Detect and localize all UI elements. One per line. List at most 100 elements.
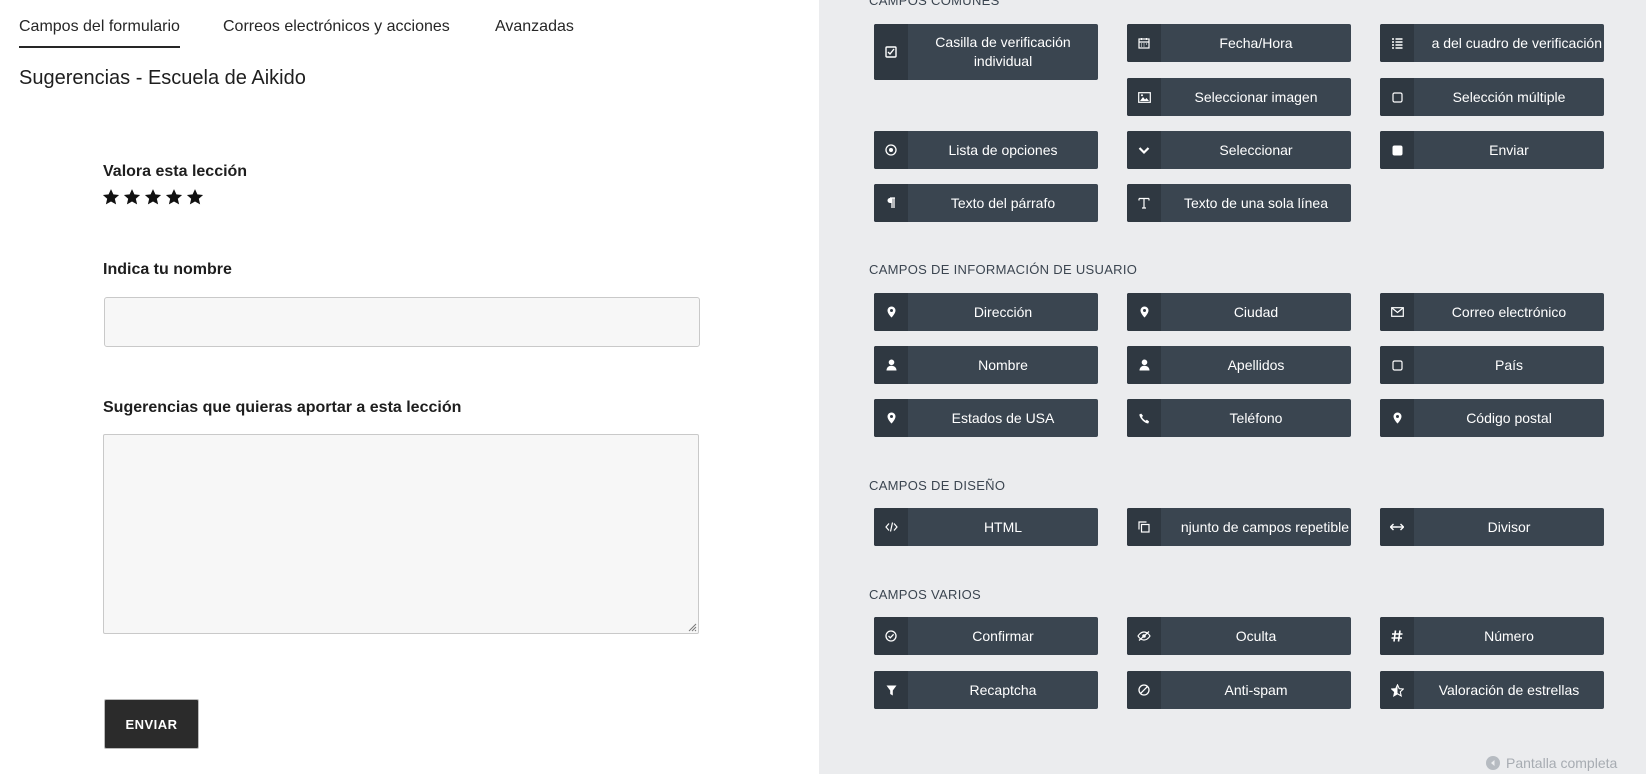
field-button-label: Correo electrónico (1451, 303, 1567, 320)
field-button-label: Seleccionar (1219, 141, 1293, 158)
field-button-number[interactable]: Número (1380, 617, 1604, 655)
user-icon (874, 346, 908, 384)
field-button-recaptcha[interactable]: Recaptcha (874, 671, 1098, 709)
field-button-label: Anti-spam (1224, 681, 1288, 698)
section-title-user-info: CAMPOS DE INFORMACIÓN DE USUARIO (869, 262, 1138, 277)
form-preview-panel: Campos del formulario Correos electrónic… (0, 0, 819, 774)
eye-slash-icon (1127, 617, 1161, 655)
hash-icon (1380, 617, 1414, 655)
field-button-label: Casilla de verificación individual (935, 34, 1071, 69)
star-icon[interactable] (186, 188, 204, 206)
field-button-star-rating[interactable]: Valoración de estrellas (1380, 671, 1604, 709)
section-title-layout: CAMPOS DE DISEÑO (869, 478, 1006, 493)
field-button-hidden[interactable]: Oculta (1127, 617, 1351, 655)
field-button-first-name[interactable]: Nombre (874, 346, 1098, 384)
field-button-label: Número (1484, 627, 1534, 644)
ban-icon (1127, 671, 1161, 709)
fullscreen-label: Pantalla completa (1506, 755, 1618, 771)
square-icon (1380, 78, 1414, 116)
map-pin-icon (874, 399, 908, 437)
field-button-label: Oculta (1235, 627, 1277, 644)
field-button-label: Nombre (978, 356, 1028, 373)
field-button-label: Selección múltiple (1452, 88, 1566, 105)
rating-label: Valora esta lección (103, 163, 248, 180)
resize-grip-icon[interactable] (688, 623, 697, 632)
field-button-antispam[interactable]: Anti-spam (1127, 671, 1351, 709)
field-button-label: Divisor (1487, 518, 1531, 535)
star-icon[interactable] (123, 188, 141, 206)
square-filled-icon (1380, 131, 1414, 169)
calendar-icon (1127, 24, 1161, 62)
tab-advanced[interactable]: Avanzadas (495, 18, 574, 48)
field-button-label: Código postal (1466, 409, 1552, 426)
code-icon (874, 508, 908, 546)
field-button-divider[interactable]: Divisor (1380, 508, 1604, 546)
map-pin-icon (1380, 399, 1414, 437)
field-button-country[interactable]: País (1380, 346, 1604, 384)
field-button-label: a del cuadro de verificación (1431, 34, 1602, 51)
list-icon (1380, 24, 1414, 62)
collapse-arrow-icon (1486, 756, 1500, 770)
field-button-image-select[interactable]: Seleccionar imagen (1127, 78, 1351, 116)
radio-icon (874, 131, 908, 169)
form-title: Sugerencias - Escuela de Aikido (19, 67, 306, 89)
check-circle-icon (874, 617, 908, 655)
field-button-paragraph[interactable]: Texto del párrafo (874, 184, 1098, 222)
field-button-email[interactable]: Correo electrónico (1380, 293, 1604, 331)
field-button-city[interactable]: Ciudad (1127, 293, 1351, 331)
field-button-label: Recaptcha (969, 681, 1037, 698)
field-button-label: Texto de una sola línea (1184, 194, 1328, 211)
field-button-select[interactable]: Seleccionar (1127, 131, 1351, 169)
field-button-label: njunto de campos repetible (1180, 518, 1349, 535)
field-button-confirm[interactable]: Confirmar (874, 617, 1098, 655)
paragraph-icon (874, 184, 908, 222)
star-icon[interactable] (165, 188, 183, 206)
field-button-multiselect[interactable]: Selección múltiple (1380, 78, 1604, 116)
section-title-common: CAMPOS COMUNES (869, 0, 1000, 8)
name-input[interactable] (104, 297, 700, 347)
map-pin-icon (874, 293, 908, 331)
star-icon[interactable] (144, 188, 162, 206)
star-icon[interactable] (102, 188, 120, 206)
filter-icon (874, 671, 908, 709)
field-button-html[interactable]: HTML (874, 508, 1098, 546)
field-button-label: Confirmar (972, 627, 1034, 644)
field-button-submit[interactable]: Enviar (1380, 131, 1604, 169)
field-button-label: Lista de opciones (948, 141, 1058, 158)
field-button-label: Dirección (973, 303, 1033, 320)
field-palette-panel: CAMPOS COMUNES Casilla de verificación i… (819, 0, 1646, 774)
field-button-label: Teléfono (1229, 409, 1283, 426)
envelope-icon (1380, 293, 1414, 331)
field-button-label: Valoración de estrellas (1438, 681, 1580, 698)
fullscreen-toggle[interactable]: Pantalla completa (1486, 755, 1617, 771)
field-button-us-states[interactable]: Estados de USA (874, 399, 1098, 437)
user-icon (1127, 346, 1161, 384)
field-button-datetime[interactable]: Fecha/Hora (1127, 24, 1351, 62)
field-button-label: Estados de USA (951, 409, 1055, 426)
field-button-label: Apellidos (1227, 356, 1285, 373)
field-button-checklist[interactable]: a del cuadro de verificación (1380, 24, 1604, 62)
tab-form-fields[interactable]: Campos del formulario (19, 18, 180, 48)
field-button-label: Seleccionar imagen (1194, 88, 1318, 105)
text-cursor-icon (1127, 184, 1161, 222)
suggestions-label: Sugerencias que quieras aportar a esta l… (103, 399, 462, 416)
submit-button[interactable]: ENVIAR (104, 699, 199, 749)
field-button-zip[interactable]: Código postal (1380, 399, 1604, 437)
field-button-phone[interactable]: Teléfono (1127, 399, 1351, 437)
phone-icon (1127, 399, 1161, 437)
square-icon (1380, 346, 1414, 384)
field-button-label: Ciudad (1233, 303, 1279, 320)
field-button-radio[interactable]: Lista de opciones (874, 131, 1098, 169)
map-pin-icon (1127, 293, 1161, 331)
field-button-label: Fecha/Hora (1219, 34, 1293, 51)
tab-emails-actions[interactable]: Correos electrónicos y acciones (223, 18, 450, 48)
star-half-icon (1380, 671, 1414, 709)
field-button-last-name[interactable]: Apellidos (1127, 346, 1351, 384)
field-button-label: Enviar (1489, 141, 1529, 158)
field-button-repeater[interactable]: njunto de campos repetible (1127, 508, 1351, 546)
field-button-single-line[interactable]: Texto de una sola línea (1127, 184, 1351, 222)
suggestions-textarea[interactable] (103, 434, 699, 634)
name-label: Indica tu nombre (103, 261, 232, 278)
field-button-checkbox[interactable]: Casilla de verificación individual (874, 24, 1098, 80)
field-button-address[interactable]: Dirección (874, 293, 1098, 331)
